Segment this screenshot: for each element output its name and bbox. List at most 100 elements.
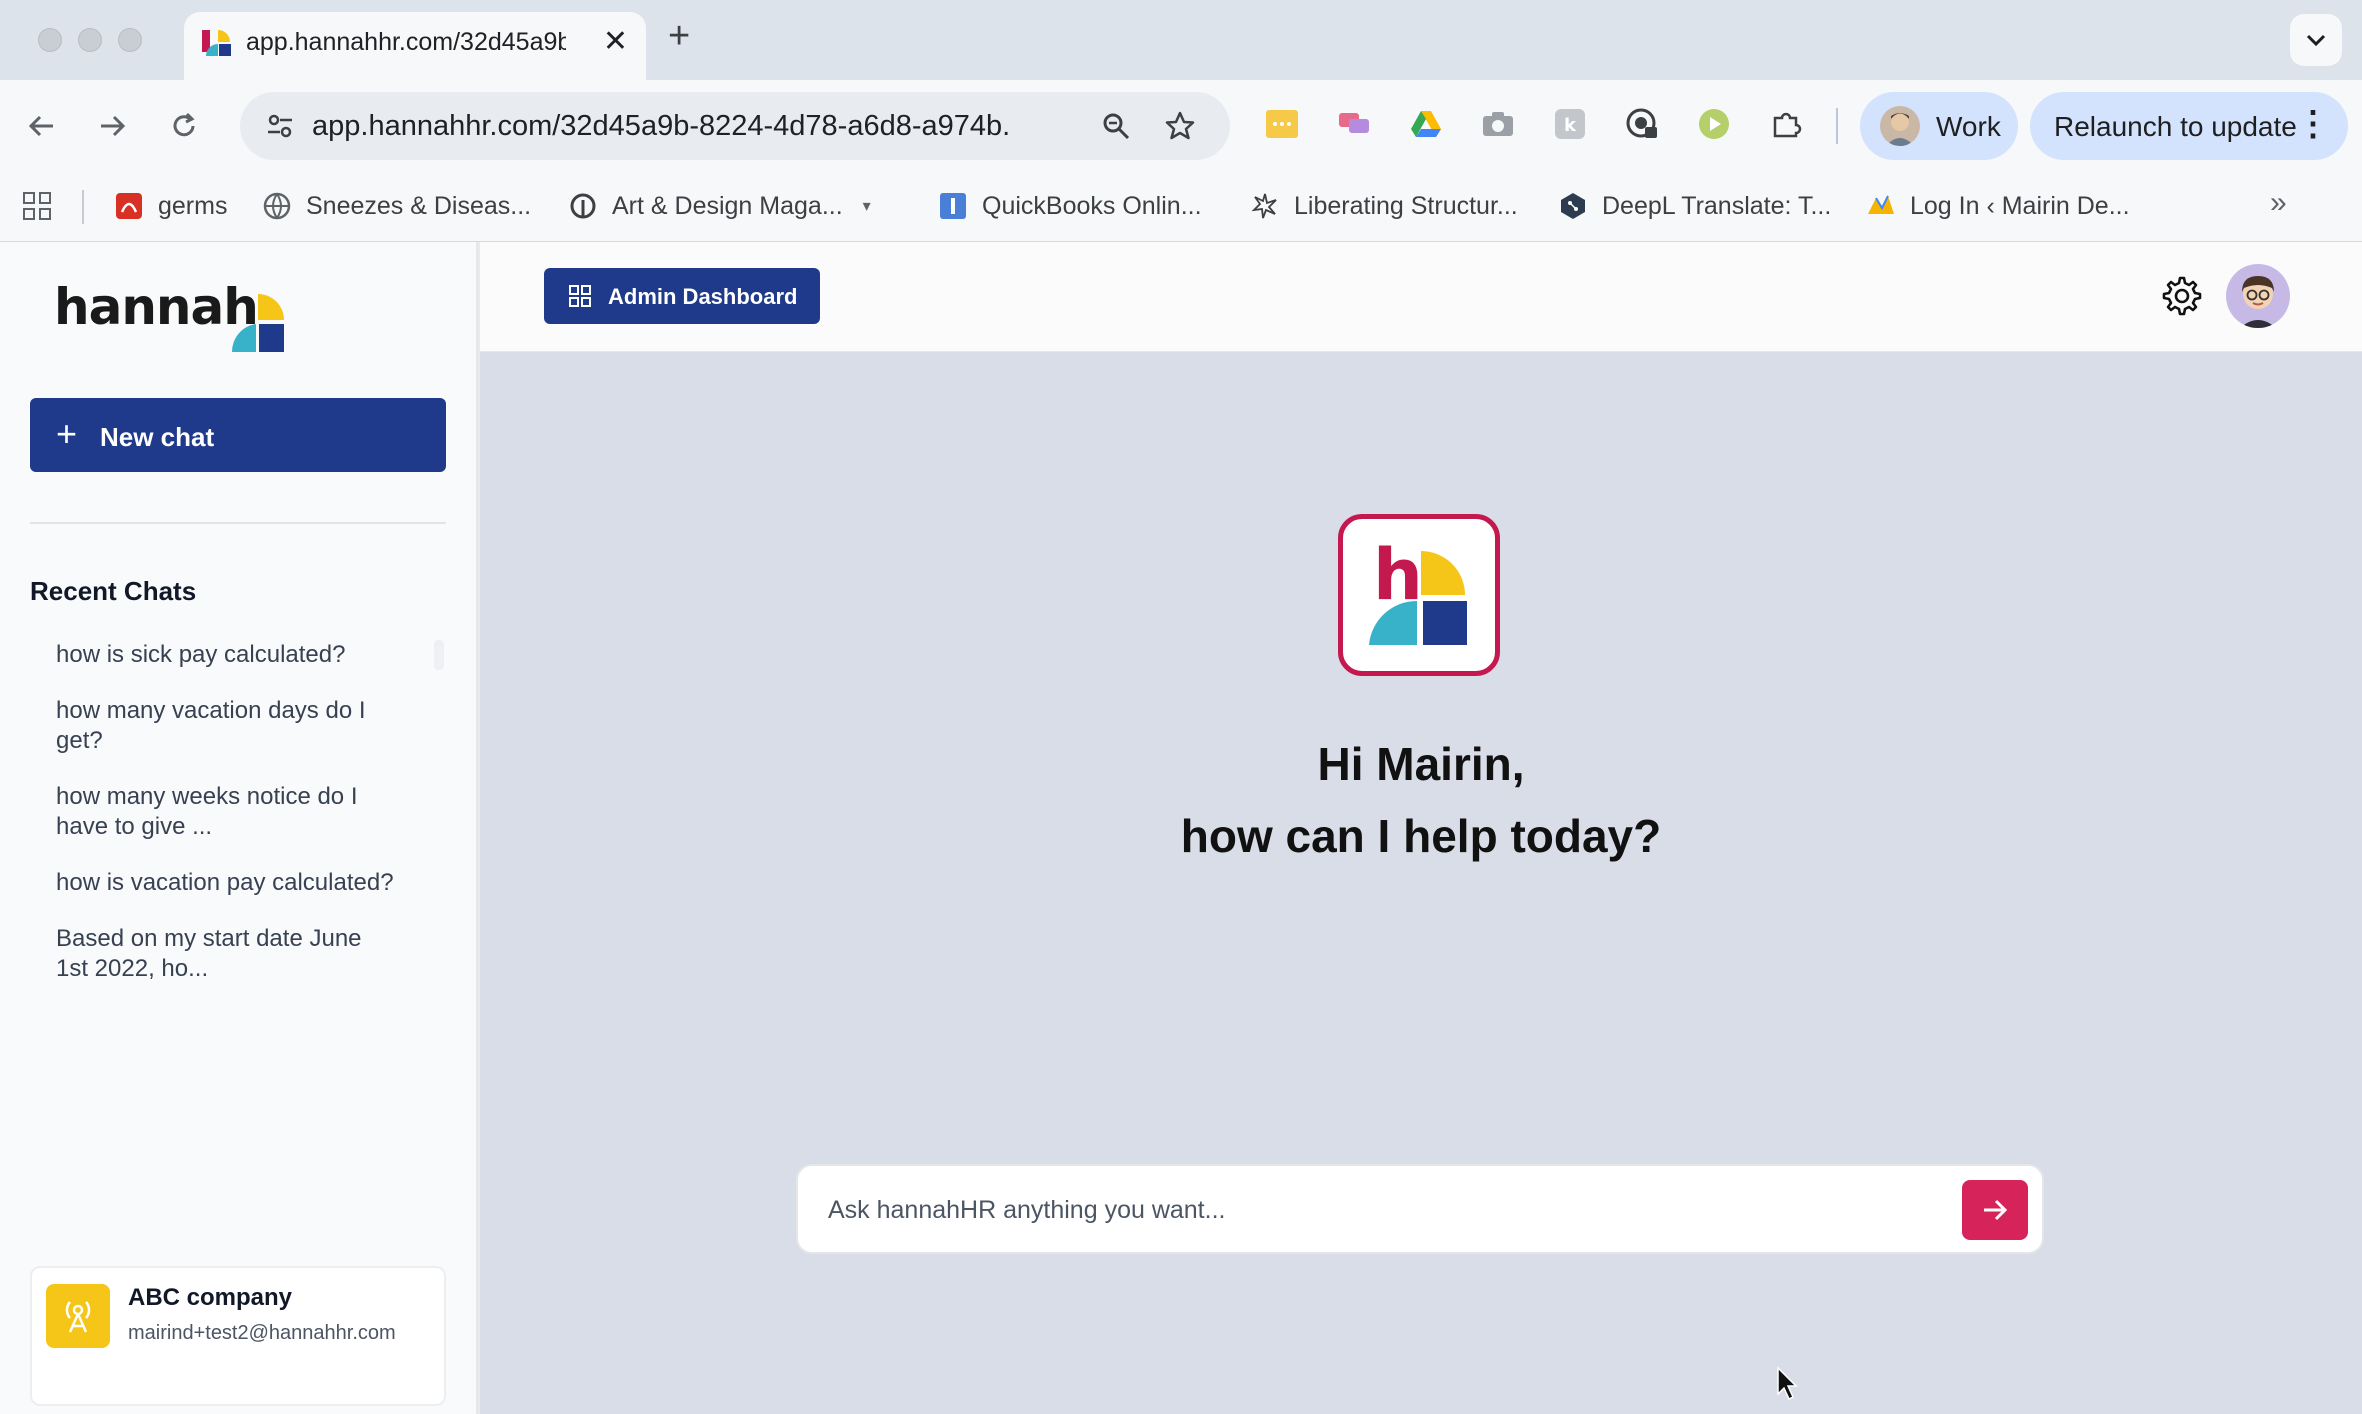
new-chat-label: New chat: [100, 422, 215, 452]
quickbooks-icon: [938, 191, 968, 221]
site-icon: [568, 191, 598, 221]
back-button[interactable]: [18, 102, 66, 150]
window-minimize-button[interactable]: [78, 28, 102, 52]
profile-chip[interactable]: Work: [1860, 92, 2018, 160]
arrow-right-icon: [101, 115, 126, 137]
recent-chat-item[interactable]: how many vacation days do I get?: [56, 696, 396, 756]
more-vert-icon[interactable]: ⋮: [2296, 104, 2330, 144]
greeting-line-1: Hi Mairin,: [1317, 738, 1525, 790]
hannah-logo[interactable]: hannah: [54, 278, 284, 364]
greeting-line-2: how can I help today?: [1180, 810, 1662, 862]
bookmark-item[interactable]: Liberating Structur...: [1250, 186, 1518, 226]
bookmark-star-button[interactable]: [1156, 102, 1204, 150]
bookmark-label: DeepL Translate: T...: [1602, 191, 1832, 220]
tab-close-icon[interactable]: ✕: [603, 26, 628, 58]
settings-gear-icon[interactable]: [2160, 274, 2204, 318]
recent-chats-list: how is sick pay calculated? how many vac…: [56, 640, 396, 1010]
user-avatar[interactable]: [2226, 264, 2290, 328]
zoom-icon: [1103, 113, 1130, 140]
bookmarks-overflow-icon[interactable]: »: [2270, 186, 2287, 220]
caret-down-icon: ▾: [862, 198, 871, 215]
bookmarks-bar: germs Sneezes & Diseas... Art & Design M…: [0, 172, 2362, 242]
bookmarks-separator: [82, 190, 84, 224]
tune-icon: [268, 114, 292, 138]
bookmark-item[interactable]: Art & Design Maga... ▾: [568, 186, 871, 226]
admin-dashboard-label: Admin Dashboard: [608, 284, 798, 309]
chat-input[interactable]: [828, 1184, 1938, 1236]
admin-dashboard-button[interactable]: Admin Dashboard: [544, 268, 820, 324]
bookmark-item[interactable]: QuickBooks Onlin...: [938, 186, 1202, 226]
bookmark-item[interactable]: DeepL Translate: T...: [1558, 186, 1831, 226]
chevron-down-icon: [2306, 34, 2326, 47]
company-card[interactable]: ABC company mairind+test2@hannahhr.com: [30, 1266, 446, 1406]
reload-button[interactable]: [160, 102, 208, 150]
extension-drive-icon[interactable]: [1406, 104, 1446, 144]
site-settings-button[interactable]: [256, 102, 304, 150]
bookmark-label: Log In ‹ Mairin De...: [1910, 191, 2130, 220]
arrow-right-icon: [1984, 1199, 2008, 1221]
hannah-favicon-icon: [202, 30, 231, 56]
apps-grid-button[interactable]: [22, 186, 52, 226]
window-zoom-button[interactable]: [118, 28, 142, 52]
mouse-cursor-icon: [1777, 1366, 1798, 1401]
profile-label: Work: [1936, 111, 2001, 142]
broadcast-tower-icon: [65, 1301, 91, 1333]
bookmark-item[interactable]: Log In ‹ Mairin De...: [1866, 186, 2130, 226]
deepl-icon: [1558, 191, 1588, 221]
tab-search-button[interactable]: [2290, 14, 2342, 66]
hannah-mark-icon: h: [1369, 534, 1467, 645]
chat-composer: [796, 1164, 2044, 1254]
hannah-hero-logo: h: [1338, 514, 1500, 676]
company-badge: [46, 1284, 110, 1348]
main-panel: Admin Dashboard h Hi Mairin, how can I h…: [480, 242, 2362, 1414]
relaunch-label: Relaunch to update: [2054, 111, 2297, 142]
bookmark-label: QuickBooks Onlin...: [982, 191, 1202, 220]
extension-chat-icon[interactable]: [1334, 104, 1374, 144]
browser-tab-active[interactable]: app.hannahhr.com/32d45a9b ✕: [184, 12, 646, 80]
extension-notes-icon[interactable]: [1262, 104, 1302, 144]
extension-camera-icon[interactable]: [1478, 104, 1518, 144]
recent-chat-item[interactable]: how is vacation pay calculated?: [56, 868, 396, 898]
recent-chat-item[interactable]: how is sick pay calculated?: [56, 640, 396, 670]
profile-avatar: [1880, 106, 1920, 146]
greeting: Hi Mairin, how can I help today?: [480, 728, 2362, 872]
recent-chat-item[interactable]: Based on my start date June 1st 2022, ho…: [56, 924, 396, 984]
recent-chats-title: Recent Chats: [30, 576, 197, 606]
globe-icon: [262, 191, 292, 221]
new-chat-button[interactable]: + New chat: [30, 398, 446, 472]
extension-play-icon[interactable]: [1694, 104, 1734, 144]
new-tab-button[interactable]: +: [668, 16, 690, 56]
sidebar-divider: [30, 522, 446, 524]
bookmark-item[interactable]: germs: [114, 186, 227, 226]
dashboard-grid-icon: [569, 285, 591, 307]
pdf-icon: [114, 191, 144, 221]
extensions-puzzle-icon[interactable]: [1766, 104, 1806, 144]
star-icon: [1165, 111, 1195, 140]
url-text: app.hannahhr.com/32d45a9b-8224-4d78-a6d8…: [312, 110, 1012, 142]
bookmark-label: Art & Design Maga...: [612, 191, 843, 220]
bookmark-label: Sneezes & Diseas...: [306, 191, 532, 220]
tab-title: app.hannahhr.com/32d45a9b: [246, 28, 566, 56]
recent-chats-scrollbar[interactable]: [434, 640, 444, 670]
company-name: ABC company: [128, 1284, 293, 1311]
window-close-button[interactable]: [38, 28, 62, 52]
bookmark-label: Liberating Structur...: [1294, 191, 1518, 220]
wordpress-icon: [1866, 191, 1896, 221]
arrow-left-icon: [28, 115, 53, 137]
extension-k-icon[interactable]: k: [1550, 104, 1590, 144]
zoom-button[interactable]: [1092, 102, 1140, 150]
forward-button[interactable]: [88, 102, 136, 150]
apps-grid-icon: [23, 192, 51, 220]
bookmark-item[interactable]: Sneezes & Diseas...: [262, 186, 531, 226]
relaunch-button[interactable]: Relaunch to update ⋮: [2030, 92, 2348, 160]
address-bar[interactable]: app.hannahhr.com/32d45a9b-8224-4d78-a6d8…: [240, 92, 1230, 160]
extension-password-icon[interactable]: [1622, 104, 1662, 144]
send-button[interactable]: [1962, 1180, 2028, 1240]
top-bar: Admin Dashboard: [480, 242, 2362, 352]
plus-icon: +: [56, 413, 78, 454]
logo-mark-icon: [231, 294, 284, 352]
reload-icon: [173, 112, 195, 137]
svg-text:k: k: [1564, 115, 1577, 136]
recent-chat-item[interactable]: how many weeks notice do I have to give …: [56, 782, 396, 842]
bookmark-label: germs: [158, 191, 228, 220]
